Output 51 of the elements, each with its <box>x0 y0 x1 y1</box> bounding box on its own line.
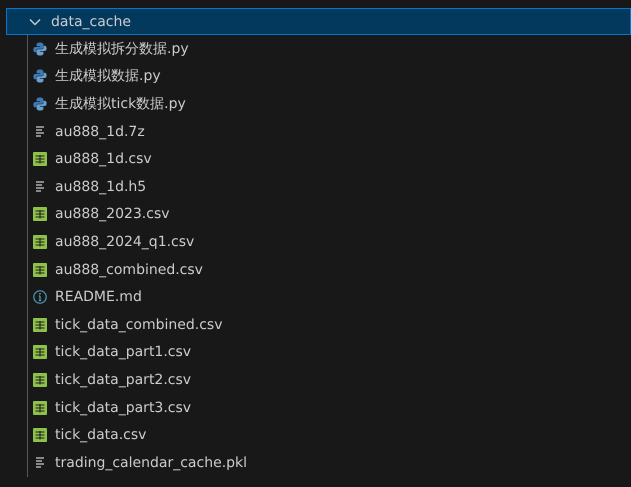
file-name: au888_1d.7z <box>55 124 145 140</box>
table-icon <box>33 345 47 360</box>
table-icon <box>33 428 47 442</box>
file-name: tick_data_part2.csv <box>55 372 192 388</box>
file-item[interactable]: tick_data_part1.csv <box>28 338 631 366</box>
file-name: au888_1d.h5 <box>55 178 146 195</box>
table-icon <box>33 207 47 222</box>
file-item[interactable]: README.md <box>28 283 631 311</box>
file-name: au888_combined.csv <box>55 262 203 278</box>
table-icon <box>33 152 47 166</box>
file-name: au888_2023.csv <box>55 206 170 222</box>
table-icon <box>33 234 47 249</box>
file-item[interactable]: tick_data_part3.csv <box>28 394 631 422</box>
info-icon <box>33 290 47 304</box>
folder-name: data_cache <box>51 14 131 30</box>
file-item[interactable]: au888_2024_q1.csv <box>28 228 631 256</box>
file-item[interactable]: tick_data_part2.csv <box>28 366 631 394</box>
table-icon <box>33 318 47 332</box>
file-name: au888_1d.csv <box>55 151 152 168</box>
file-item[interactable]: au888_1d.h5 <box>28 172 631 201</box>
chevron-icon <box>29 18 41 26</box>
file-item[interactable]: trading_calendar_cache.pkl <box>28 448 631 476</box>
file-item[interactable]: au888_1d.7z <box>28 118 631 146</box>
file-name: tick_data_part3.csv <box>55 400 192 416</box>
python-icon <box>33 69 47 84</box>
file-item[interactable]: au888_2023.csv <box>28 200 631 228</box>
file-item[interactable]: tick_data_combined.csv <box>28 310 631 339</box>
text-lines-icon <box>33 180 47 193</box>
file-name: tick_data.csv <box>55 427 146 444</box>
folder-row[interactable]: data_cache <box>6 8 631 35</box>
file-name: tick_data_combined.csv <box>55 316 222 333</box>
file-item[interactable]: 生成模拟tick数据.py <box>28 90 631 118</box>
table-icon <box>33 372 47 387</box>
file-name: README.md <box>55 289 142 306</box>
table-icon <box>33 262 47 277</box>
file-name: tick_data_part1.csv <box>55 344 192 360</box>
file-name: au888_2024_q1.csv <box>55 234 194 250</box>
file-name: trading_calendar_cache.pkl <box>55 454 248 471</box>
file-item[interactable]: 生成模拟拆分数据.py <box>28 35 631 63</box>
file-name: 生成模拟数据.py <box>55 67 161 86</box>
file-item[interactable]: au888_1d.csv <box>28 145 631 173</box>
file-item[interactable]: au888_combined.csv <box>28 256 631 284</box>
file-item[interactable]: 生成模拟数据.py <box>28 62 631 90</box>
text-lines-icon <box>33 126 47 138</box>
text-lines-icon <box>33 456 47 469</box>
python-icon <box>33 96 47 111</box>
file-item[interactable]: tick_data.csv <box>28 421 631 449</box>
table-icon <box>33 400 47 415</box>
file-name: 生成模拟拆分数据.py <box>55 40 189 58</box>
python-icon <box>33 42 47 56</box>
file-name: 生成模拟tick数据.py <box>55 94 186 113</box>
